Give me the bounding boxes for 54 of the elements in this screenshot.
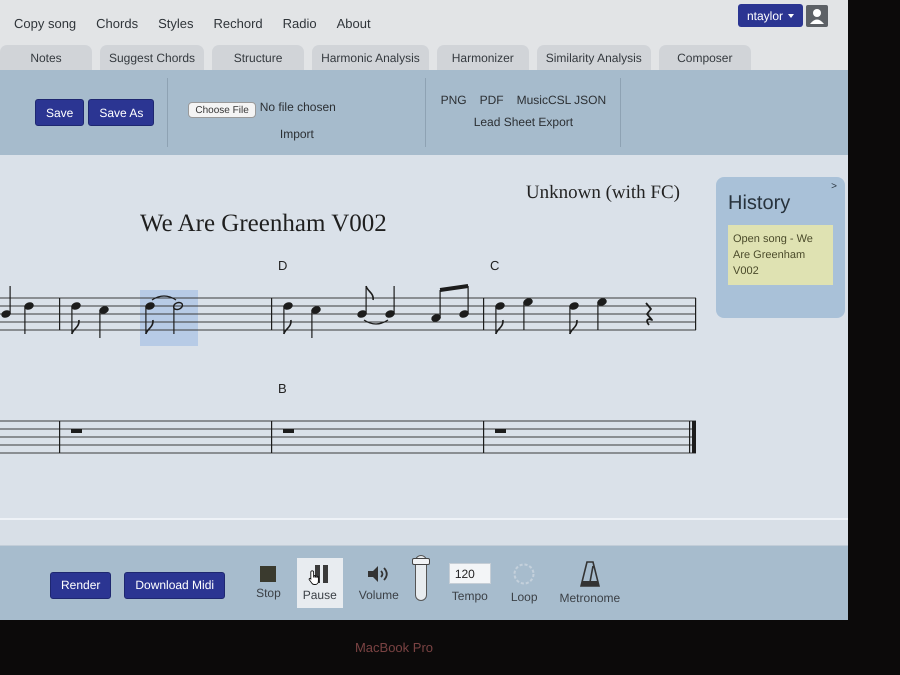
chord-symbol: D [278,258,288,273]
barline [59,421,60,453]
stop-icon [260,566,276,582]
player-control[interactable]: Volume [352,558,405,608]
tab[interactable]: Similarity Analysis [536,45,651,70]
menu-item[interactable]: Rechord [213,16,263,30]
barline [59,298,60,330]
save-as-button[interactable]: Save As [88,99,154,126]
tab[interactable]: Harmonizer [436,45,529,70]
tempo-field[interactable]: 120 [448,563,491,584]
barline [483,421,484,453]
collapse-toggle[interactable]: > [829,181,839,192]
tab[interactable]: Suggest Chords [100,45,204,70]
volume-slider[interactable] [414,555,427,601]
tab[interactable]: Harmonic Analysis [312,45,429,70]
section-caption: Lead Sheet Export [474,115,574,129]
menu-item[interactable]: Styles [158,16,194,30]
menu-item[interactable]: Radio [282,16,317,30]
loop-button[interactable]: Loop [504,556,544,610]
tab[interactable]: Structure [212,45,304,70]
chord-symbol: B [278,381,287,396]
history-entry[interactable]: Open song - We Are Greenham V002 [728,225,833,285]
metronome-icon [580,561,600,587]
bezel-label: MacBook Pro [354,640,434,655]
chord-symbol: C [490,258,500,273]
menu-item[interactable]: About [336,16,371,30]
file-status-text: No file chosen [260,100,336,114]
barline [483,298,484,330]
tab[interactable]: Notes [0,45,92,70]
tab[interactable]: Composer [658,45,751,70]
export-link[interactable]: PNG [440,93,467,107]
slider-thumb[interactable] [412,558,430,565]
player-control[interactable]: Pause [296,558,343,608]
player-control[interactable]: Stop [250,560,287,606]
metronome-button[interactable]: Metronome [554,555,626,611]
menu-item[interactable]: Chords [96,16,138,30]
download-midi-button[interactable]: Download Midi [124,572,226,598]
hand-cursor-icon [308,570,321,586]
choose-file-button[interactable]: Choose File [188,102,256,118]
composer-text: Unknown (with FC) [526,182,680,204]
barline [271,421,272,453]
menu-item[interactable]: Copy song [14,16,76,30]
barline [271,298,272,330]
user-menu-button[interactable]: ntaylor [738,4,803,27]
save-button[interactable]: Save [35,99,84,126]
history-title: History [728,192,790,215]
export-link[interactable]: MusicCSL JSON [516,93,606,107]
user-avatar-icon[interactable] [806,4,828,26]
tempo-label: Tempo [452,589,488,603]
export-link[interactable]: PDF [480,93,504,107]
render-button[interactable]: Render [50,572,112,598]
caret-icon [788,14,794,18]
song-title: We Are Greenham V002 [140,210,387,238]
section-caption: Import [280,127,314,141]
